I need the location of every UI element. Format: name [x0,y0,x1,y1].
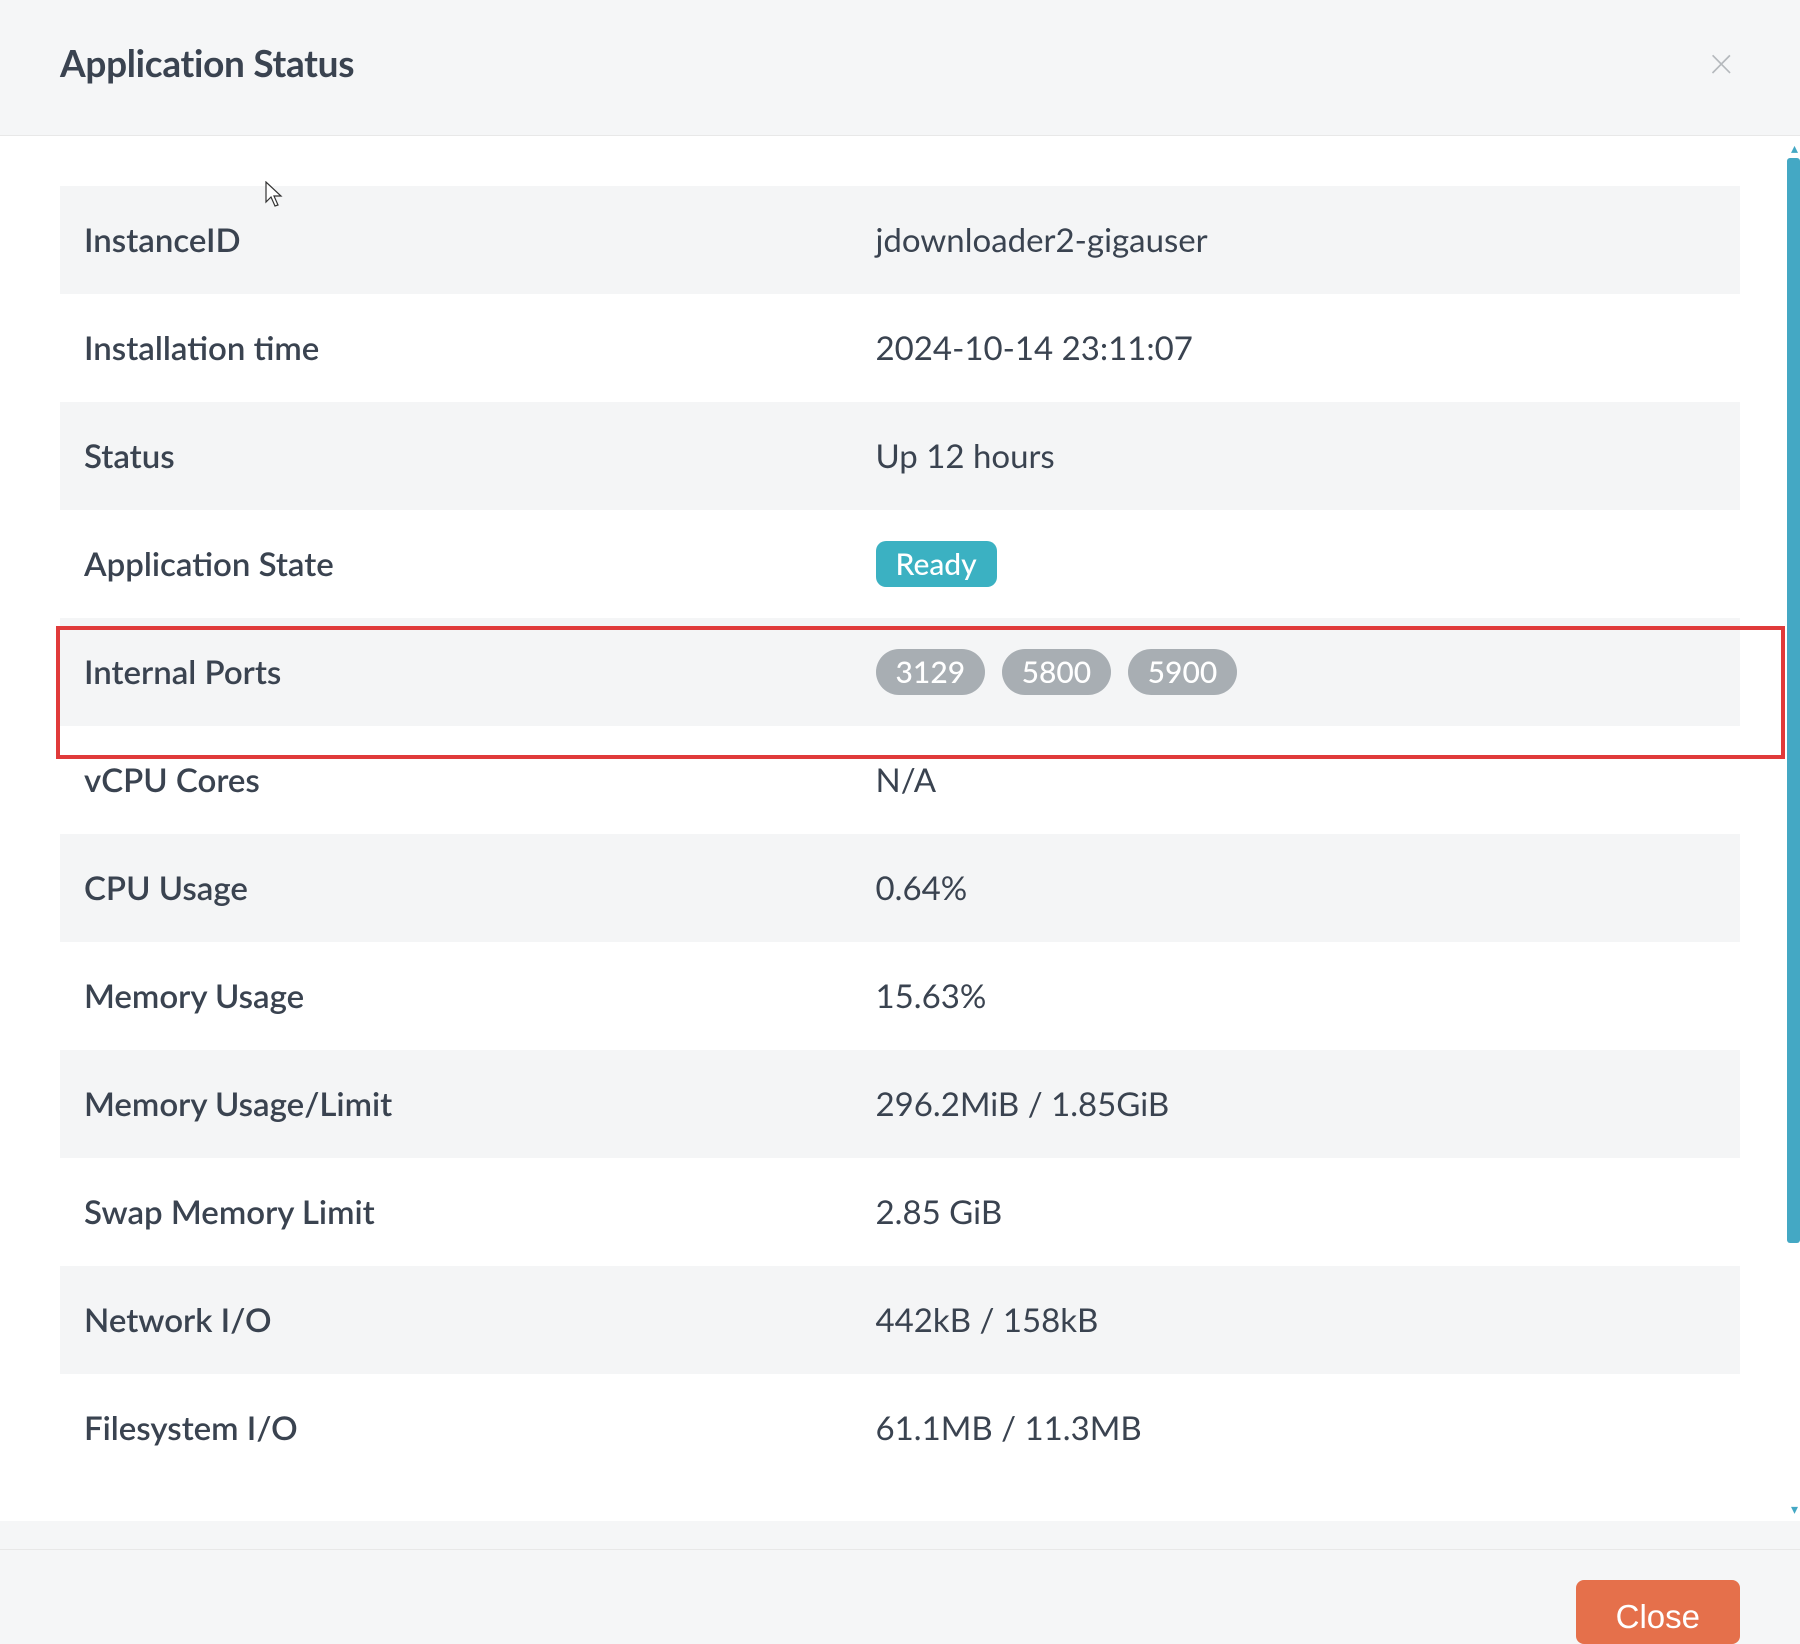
modal-body-wrapper: InstanceID jdownloader2-gigauser Install… [0,136,1800,1521]
modal-header: Application Status × [0,0,1800,136]
badge-port-2: 5900 [1128,649,1238,695]
value-installation-time: 2024-10-14 23:11:07 [876,328,1716,368]
scroll-up-icon[interactable]: ▴ [1791,139,1798,157]
status-table: InstanceID jdownloader2-gigauser Install… [60,186,1740,1482]
row-instance-id: InstanceID jdownloader2-gigauser [60,186,1740,294]
modal-title: Application Status [60,40,354,85]
label-application-state: Application State [84,544,876,584]
modal-footer: Close [0,1549,1800,1644]
modal-body: InstanceID jdownloader2-gigauser Install… [0,136,1800,1521]
row-vcpu-cores: vCPU Cores N/A [60,726,1740,834]
value-application-state: Ready [876,541,1716,587]
value-memory-usage: 15.63% [876,976,1716,1016]
label-vcpu-cores: vCPU Cores [84,760,876,800]
label-swap-memory-limit: Swap Memory Limit [84,1192,876,1232]
row-internal-ports: Internal Ports 3129 5800 5900 [60,618,1740,726]
value-status: Up 12 hours [876,436,1716,476]
badge-ready: Ready [876,541,997,587]
label-status: Status [84,436,876,476]
close-icon[interactable]: × [1702,41,1740,85]
value-network-io: 442kB / 158kB [876,1300,1716,1340]
value-vcpu-cores: N/A [876,760,1716,800]
label-memory-usage-limit: Memory Usage/Limit [84,1084,876,1124]
value-swap-memory-limit: 2.85 GiB [876,1192,1716,1232]
row-network-io: Network I/O 442kB / 158kB [60,1266,1740,1374]
badge-port-0: 3129 [876,649,986,695]
row-installation-time: Installation time 2024-10-14 23:11:07 [60,294,1740,402]
label-network-io: Network I/O [84,1300,876,1340]
label-memory-usage: Memory Usage [84,976,876,1016]
row-filesystem-io: Filesystem I/O 61.1MB / 11.3MB [60,1374,1740,1482]
label-instance-id: InstanceID [84,220,876,260]
row-status: Status Up 12 hours [60,402,1740,510]
value-internal-ports: 3129 5800 5900 [876,649,1716,695]
value-memory-usage-limit: 296.2MiB / 1.85GiB [876,1084,1716,1124]
badge-port-1: 5800 [1002,649,1112,695]
label-installation-time: Installation time [84,328,876,368]
row-application-state: Application State Ready [60,510,1740,618]
value-instance-id: jdownloader2-gigauser [876,220,1716,260]
scrollbar-thumb[interactable] [1787,158,1800,1243]
value-cpu-usage: 0.64% [876,868,1716,908]
label-internal-ports: Internal Ports [84,652,876,692]
row-cpu-usage: CPU Usage 0.64% [60,834,1740,942]
label-filesystem-io: Filesystem I/O [84,1408,876,1448]
label-cpu-usage: CPU Usage [84,868,876,908]
row-memory-usage: Memory Usage 15.63% [60,942,1740,1050]
scrollbar[interactable]: ▴ ▾ [1787,136,1800,1521]
value-filesystem-io: 61.1MB / 11.3MB [876,1408,1716,1448]
row-swap-memory-limit: Swap Memory Limit 2.85 GiB [60,1158,1740,1266]
scroll-down-icon[interactable]: ▾ [1791,1500,1798,1518]
close-button[interactable]: Close [1576,1580,1740,1644]
row-memory-usage-limit: Memory Usage/Limit 296.2MiB / 1.85GiB [60,1050,1740,1158]
